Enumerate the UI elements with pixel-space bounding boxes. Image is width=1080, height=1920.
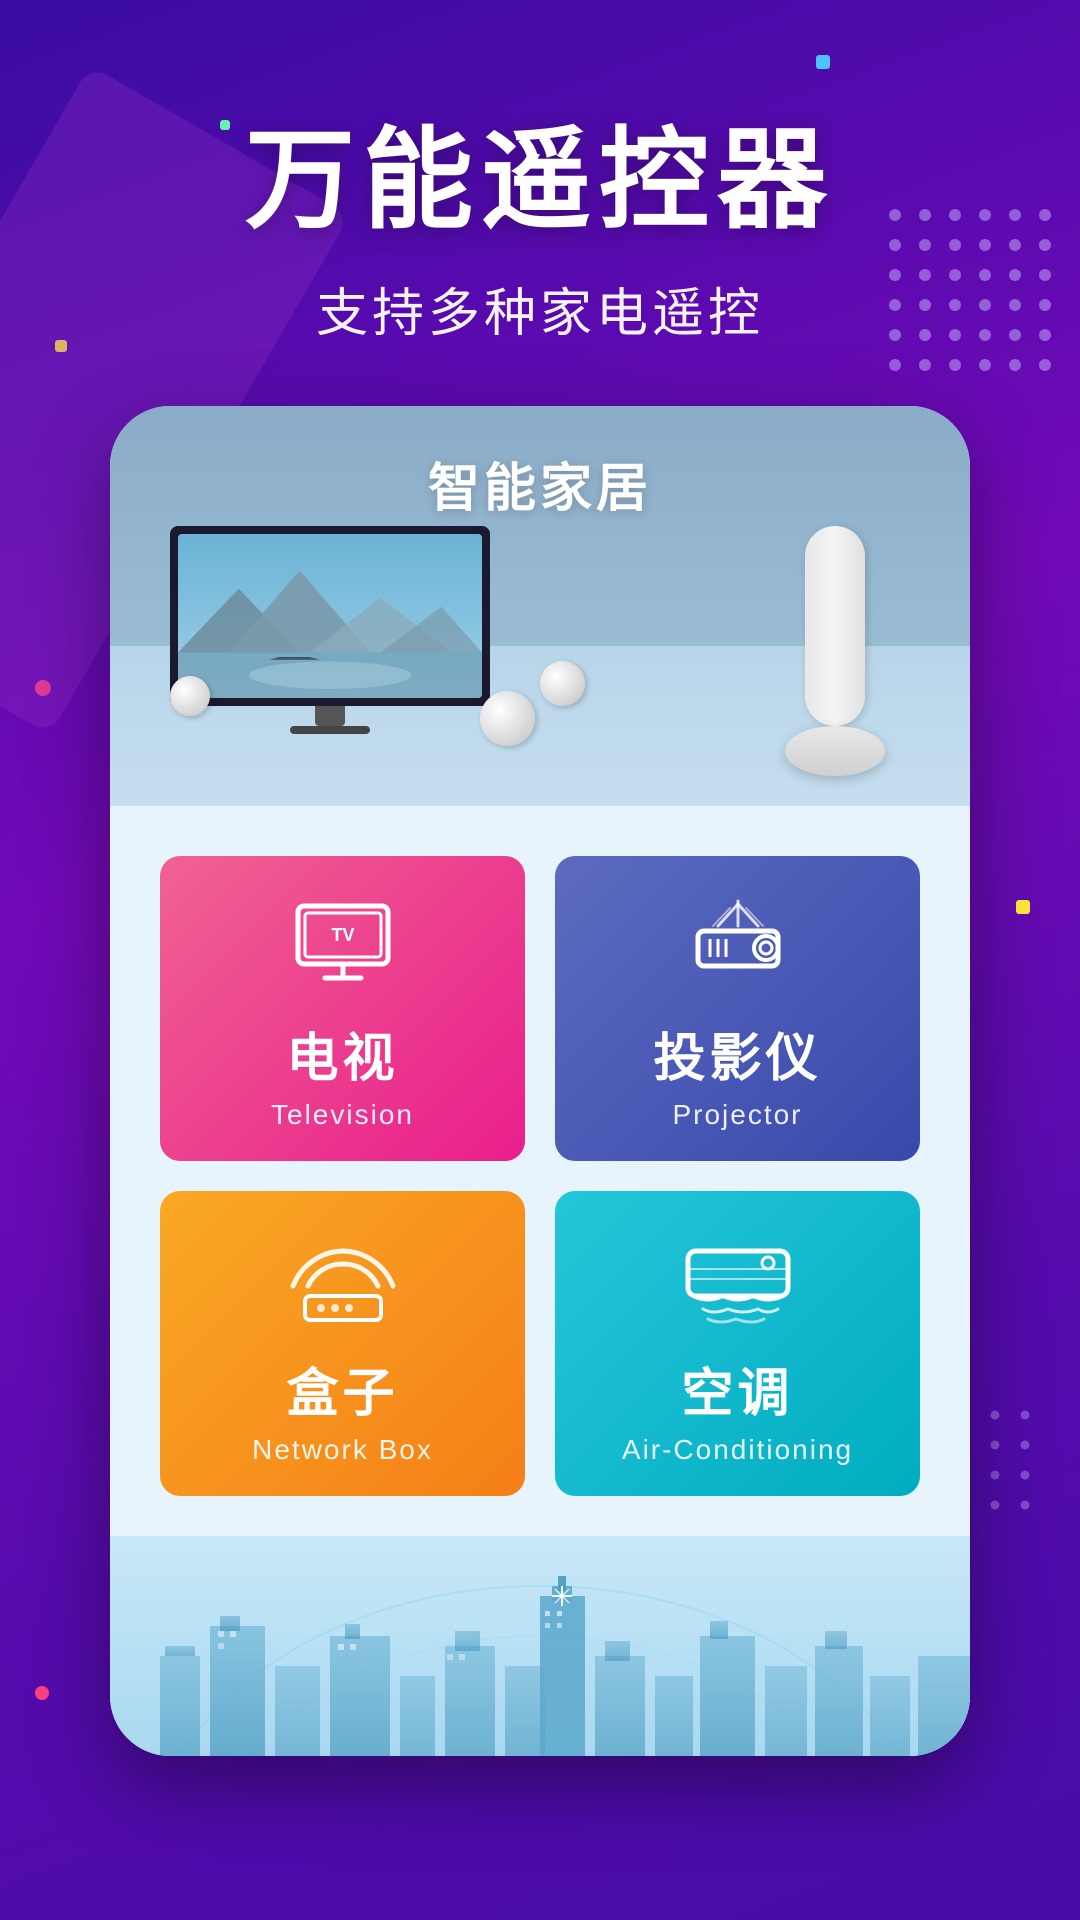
- tv-screen: [178, 534, 482, 698]
- television-card[interactable]: TV 电视 Television: [160, 856, 525, 1161]
- network-box-name-cn: 盒子: [180, 1351, 505, 1426]
- ac-name-en: Air-Conditioning: [575, 1434, 900, 1466]
- fan-base: [785, 726, 885, 776]
- banner-tv-image: [170, 526, 490, 746]
- deco-sphere-2: [480, 691, 535, 746]
- apps-grid: TV 电视 Television: [160, 856, 920, 1496]
- tv-base: [290, 726, 370, 734]
- deco-sphere-3: [540, 661, 585, 706]
- city-buildings-svg: [110, 1536, 970, 1756]
- router-icon: [283, 1231, 403, 1331]
- app-title: 万能遥控器: [0, 120, 1080, 241]
- network-box-card[interactable]: 盒子 Network Box: [160, 1191, 525, 1496]
- television-name-cn: 电视: [180, 1016, 505, 1091]
- accent-dot-pink-2: [35, 1686, 49, 1700]
- projector-name-cn: 投影仪: [575, 1016, 900, 1091]
- fan-tower: [805, 526, 865, 726]
- svg-text:TV: TV: [331, 925, 354, 945]
- air-conditioning-card[interactable]: 空调 Air-Conditioning: [555, 1191, 920, 1496]
- banner-title: 智能家居: [428, 446, 652, 521]
- television-name-en: Television: [180, 1099, 505, 1131]
- banner-fan-image: [780, 526, 890, 776]
- projector-icon: [678, 896, 798, 996]
- tv-icon: TV: [283, 896, 403, 996]
- phone-mockup: 智能家居: [110, 406, 970, 1756]
- apps-section: TV 电视 Television: [110, 806, 970, 1536]
- ac-icon: [678, 1231, 798, 1331]
- header: 万能遥控器 支持多种家电遥控: [0, 0, 1080, 406]
- deco-sphere-1: [170, 676, 210, 716]
- city-skyline: [110, 1536, 970, 1756]
- tv-body: [170, 526, 490, 706]
- smart-home-banner: 智能家居: [110, 406, 970, 806]
- tv-stand: [315, 706, 345, 726]
- network-box-name-en: Network Box: [180, 1434, 505, 1466]
- projector-name-en: Projector: [575, 1099, 900, 1131]
- app-subtitle: 支持多种家电遥控: [0, 271, 1080, 346]
- projector-card[interactable]: 投影仪 Projector: [555, 856, 920, 1161]
- ac-name-cn: 空调: [575, 1351, 900, 1426]
- accent-dot-yellow-2: [1016, 900, 1030, 914]
